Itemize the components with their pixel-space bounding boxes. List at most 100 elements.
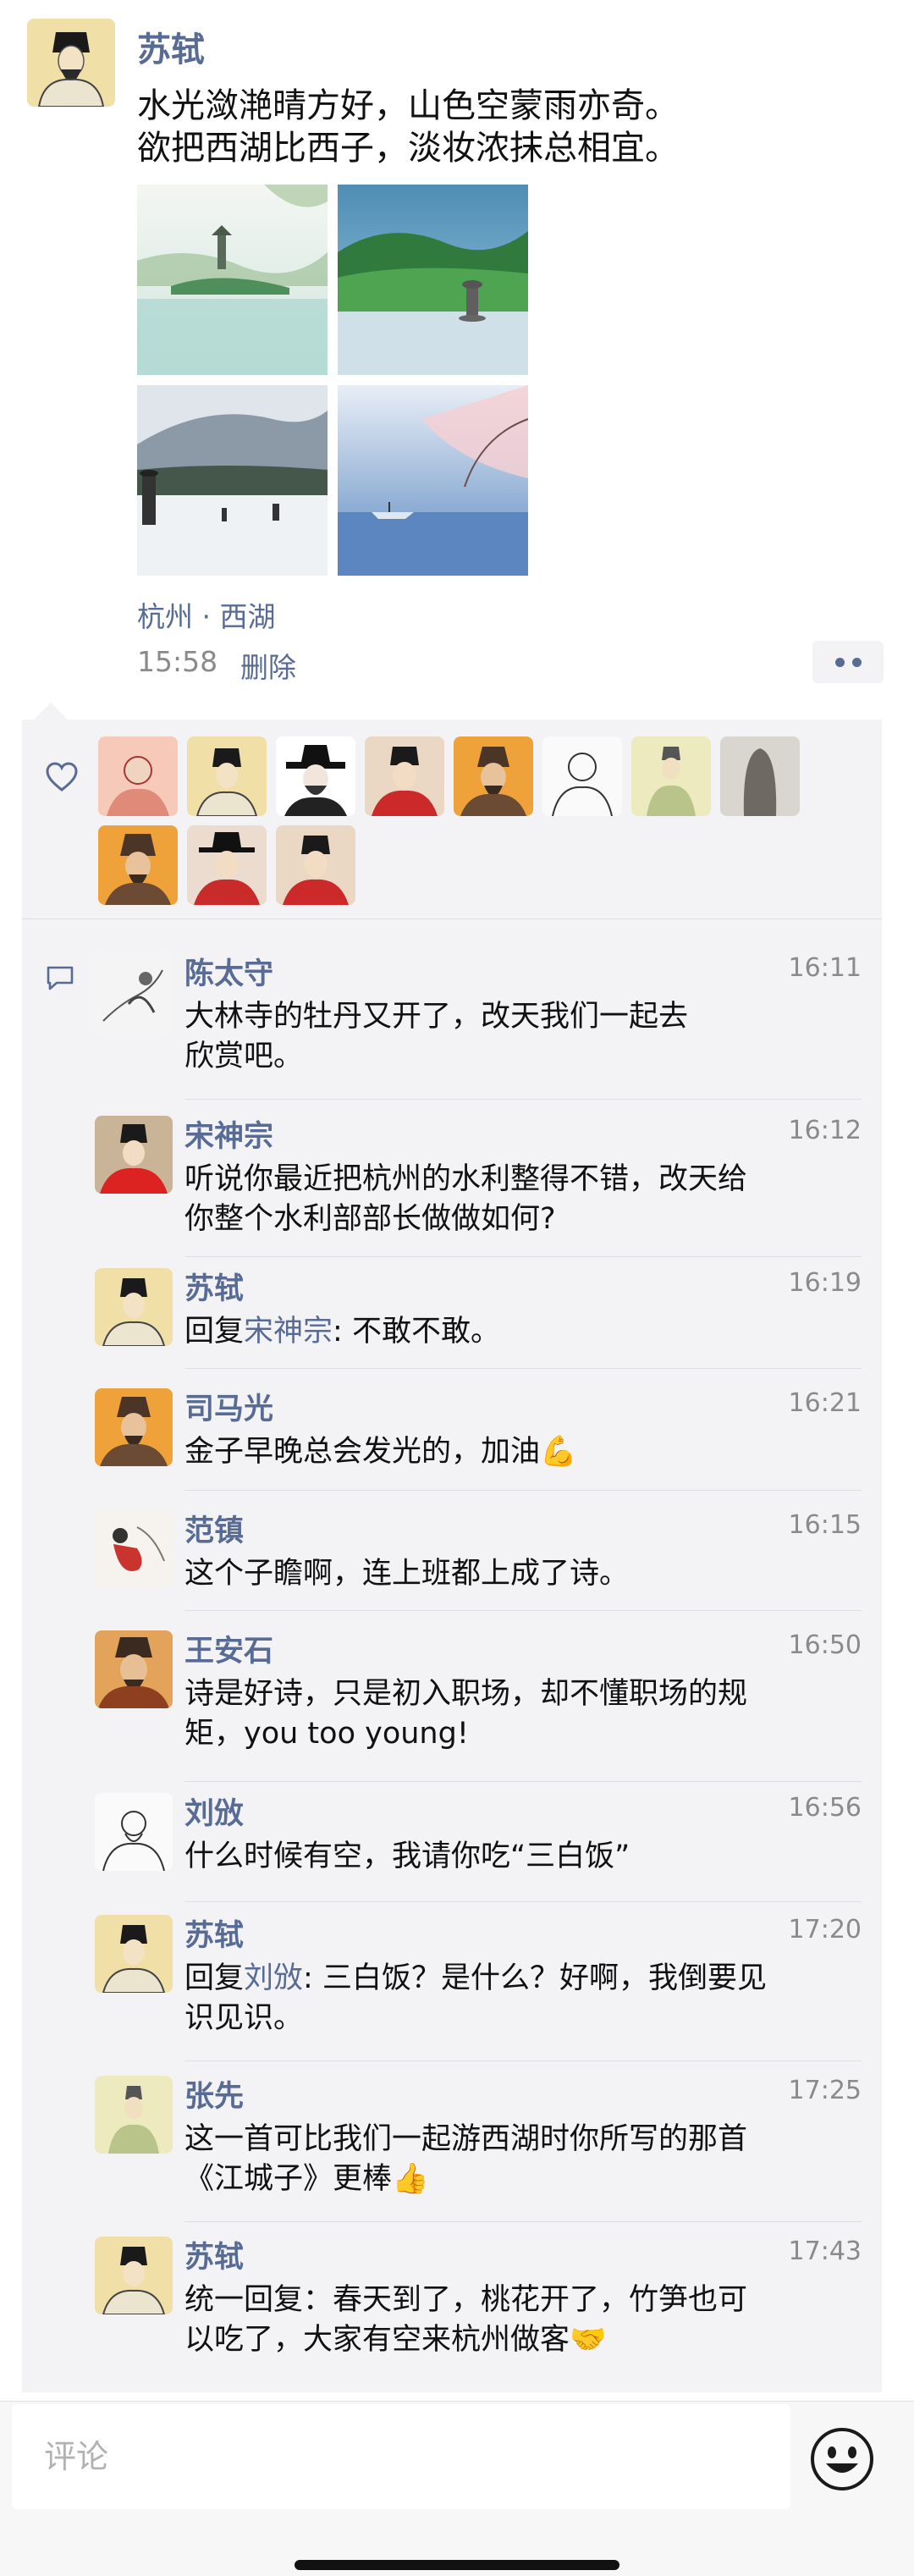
post-text-line: 欲把西湖比西子，淡妆浓抹总相宜。 (137, 129, 679, 168)
emoji-face-icon[interactable] (809, 2426, 875, 2492)
photo-grid (137, 185, 528, 576)
like-avatar[interactable] (631, 736, 711, 816)
reply-to-name[interactable]: 刘攽 (244, 1961, 303, 1995)
comment-line: 你整个水利部部长做做如何? (184, 1202, 556, 1236)
commenter-name[interactable]: 范镇 (184, 1507, 244, 1550)
commenter-avatar[interactable] (95, 2076, 173, 2154)
like-avatar[interactable] (98, 736, 178, 816)
comment-line: 什么时候有空，我请你吃“三白饭” (184, 1840, 630, 1873)
comment-text: 诗是好诗，只是初入职场，却不懂职场的规 矩，you too young! (184, 1674, 862, 1754)
commenter-avatar[interactable] (95, 1630, 173, 1708)
commenter-name[interactable]: 司马光 (184, 1385, 273, 1428)
like-avatar[interactable] (98, 825, 178, 905)
post-location[interactable]: 杭州 · 西湖 (137, 594, 275, 635)
comment-line: : 三白饭？是什么？好啊，我倒要见 (303, 1961, 767, 1995)
commenter-name[interactable]: 张先 (184, 2072, 244, 2115)
home-indicator[interactable] (295, 2560, 619, 2570)
commenter-avatar[interactable] (95, 2237, 173, 2314)
comment-time: 16:11 (788, 953, 862, 983)
comment-line: 识见识。 (184, 2001, 304, 2035)
like-avatar[interactable] (365, 736, 444, 816)
commenter-avatar[interactable] (95, 1268, 173, 1346)
commenter-name[interactable]: 苏轼 (184, 1265, 244, 1308)
commenter-avatar[interactable] (95, 1388, 173, 1466)
comment-divider (184, 1610, 862, 1611)
comment-text: 回复宋神宗: 不敢不敢。 (184, 1312, 862, 1352)
more-dot-icon (834, 657, 845, 667)
reply-prefix: 回复 (184, 1961, 245, 1995)
likes-divider (22, 918, 882, 919)
comment-time: 16:19 (788, 1268, 862, 1298)
post-author-name[interactable]: 苏轼 (137, 22, 205, 71)
photo-lake-pagodas[interactable] (137, 385, 328, 576)
photo-cherry-blossom[interactable] (338, 385, 528, 576)
comment-time: 16:56 (788, 1793, 862, 1823)
like-avatar[interactable] (454, 736, 533, 816)
panel-pointer (34, 703, 68, 720)
comment-line: 以吃了，大家有空来杭州做客🤝 (184, 2323, 607, 2357)
commenter-avatar[interactable] (95, 1915, 173, 1993)
heart-outline-icon (46, 762, 78, 792)
commenter-name[interactable]: 宋神宗 (184, 1112, 273, 1156)
like-avatar[interactable] (542, 736, 622, 816)
author-avatar[interactable] (27, 19, 115, 107)
like-avatar[interactable] (187, 736, 267, 816)
comment-line: 矩，you too young! (184, 1717, 469, 1751)
post-text-line: 水光潋滟晴方好，山色空蒙雨亦奇。 (137, 86, 679, 125)
post-text: 水光潋滟晴方好，山色空蒙雨亦奇。 欲把西湖比西子，淡妆浓抹总相宜。 (137, 85, 882, 169)
comment-divider (184, 1368, 862, 1369)
comment-text: 听说你最近把杭州的水利整得不错，改天给 你整个水利部部长做做如何? (184, 1160, 862, 1239)
comment-divider (184, 1099, 862, 1100)
commenter-name[interactable]: 陈太守 (184, 950, 273, 993)
commenter-avatar[interactable] (95, 953, 173, 1031)
comment-text: 金子早晚总会发光的，加油💪 (184, 1432, 862, 1472)
commenter-avatar[interactable] (95, 1793, 173, 1871)
comment-time: 17:25 (788, 2076, 862, 2105)
reply-to-name[interactable]: 宋神宗 (244, 1315, 333, 1349)
comment-line: 这个子瞻啊，连上班都上成了诗。 (184, 1557, 630, 1591)
comment-divider (184, 1490, 862, 1491)
comment-time: 17:20 (788, 1915, 862, 1944)
commenter-name[interactable]: 苏轼 (184, 1911, 244, 1955)
comment-divider (184, 1781, 862, 1782)
portrait-sushi-icon (27, 19, 115, 107)
delete-button[interactable]: 删除 (240, 645, 296, 686)
comment-line: 金子早晚总会发光的，加油💪 (184, 1435, 577, 1469)
commenter-name[interactable]: 苏轼 (184, 2233, 244, 2276)
comment-line: 大林寺的牡丹又开了，改天我们一起去 (184, 1000, 689, 1034)
like-avatar[interactable] (720, 736, 800, 816)
comment-time: 17:43 (788, 2237, 862, 2266)
comment-line: 诗是好诗，只是初入职场，却不懂职场的规 (184, 1677, 748, 1711)
comment-divider (184, 2221, 862, 2222)
comment-time: 16:15 (788, 1510, 862, 1540)
comment-divider (184, 2060, 862, 2061)
comment-divider (184, 1256, 862, 1257)
comment-bubble-icon (47, 966, 74, 990)
comment-text: 这一首可比我们一起游西湖时你所写的那首 《江城子》更棒👍 (184, 2120, 862, 2199)
commenter-name[interactable]: 刘攽 (184, 1790, 244, 1833)
comment-line: 听说你最近把杭州的水利整得不错，改天给 (184, 1162, 748, 1196)
comment-line: 欣赏吧。 (184, 1040, 304, 1073)
comment-line: : 不敢不敢。 (333, 1315, 500, 1349)
commenter-avatar[interactable] (95, 1510, 173, 1588)
post-time: 15:58 (137, 645, 218, 678)
comment-text: 什么时候有空，我请你吃“三白饭” (184, 1837, 862, 1877)
commenter-name[interactable]: 王安石 (184, 1627, 273, 1670)
comment-text: 回复刘攽: 三白饭？是什么？好啊，我倒要见 识见识。 (184, 1959, 862, 2038)
like-avatar[interactable] (276, 825, 355, 905)
photo-stone-pagoda[interactable] (338, 185, 528, 375)
more-dot-icon (851, 657, 862, 667)
comment-text: 这个子瞻啊，连上班都上成了诗。 (184, 1554, 862, 1594)
comment-divider (184, 1901, 862, 1902)
comment-line: 这一首可比我们一起游西湖时你所写的那首 (184, 2122, 748, 2156)
comment-input[interactable] (12, 2404, 790, 2509)
like-avatar[interactable] (187, 825, 267, 905)
more-actions-button[interactable] (812, 641, 884, 683)
comment-line: 《江城子》更棒👍 (184, 2162, 429, 2196)
comment-time: 16:50 (788, 1630, 862, 1660)
comment-text: 统一回复：春天到了，桃花开了，竹笋也可 以吃了，大家有空来杭州做客🤝 (184, 2281, 862, 2360)
commenter-avatar[interactable] (95, 1116, 173, 1194)
comment-line: 统一回复：春天到了，桃花开了，竹笋也可 (184, 2283, 748, 2317)
photo-painted-lake[interactable] (137, 185, 328, 375)
like-avatar[interactable] (276, 736, 355, 816)
